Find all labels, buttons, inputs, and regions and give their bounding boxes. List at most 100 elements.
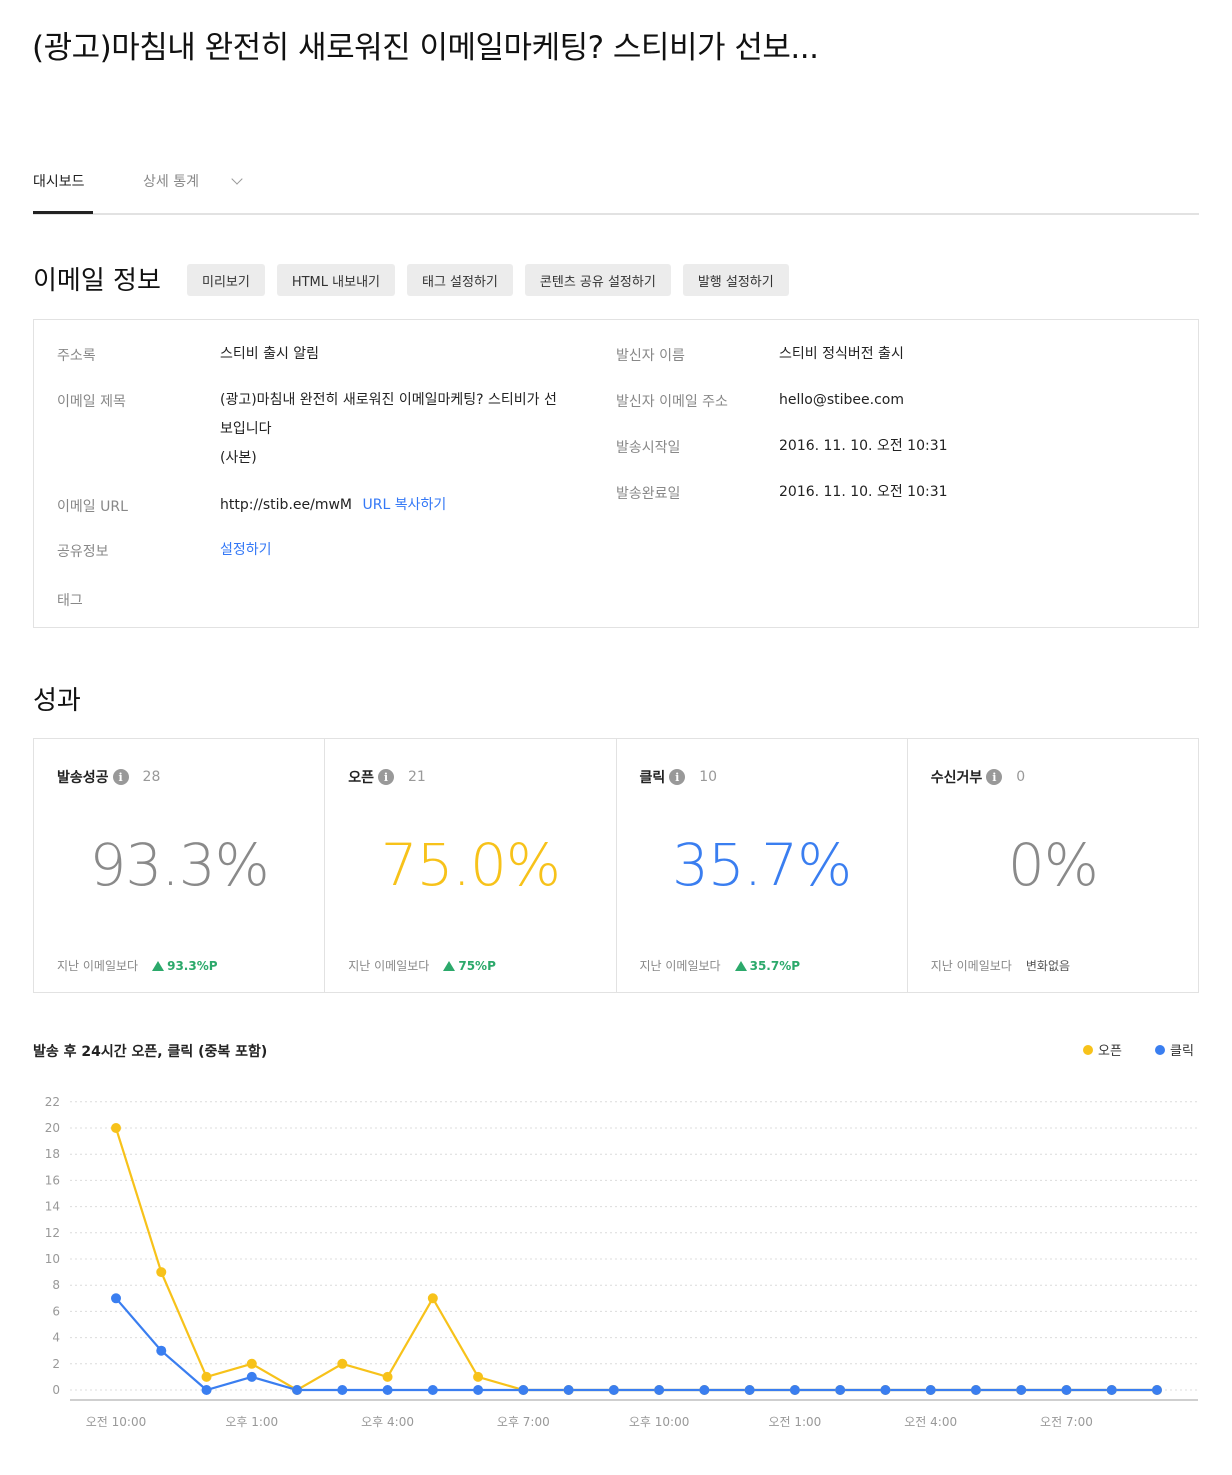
kpi-label: 발송성공 xyxy=(57,770,109,786)
kpi-compare-label: 지난 이메일보다 xyxy=(348,959,430,973)
send-end-value: 2016. 11. 10. 오전 10:31 xyxy=(779,484,948,500)
kpi-compare: 지난 이메일보다 93.3%P xyxy=(57,957,218,974)
tab-detail-stats[interactable]: 상세 통계 xyxy=(143,171,243,191)
legend-label: 클릭 xyxy=(1170,1044,1194,1059)
publish-settings-button[interactable]: 발행 설정하기 xyxy=(682,264,789,296)
legend-dot-icon xyxy=(1155,1044,1165,1055)
info-icon[interactable]: i xyxy=(112,769,129,785)
data-point xyxy=(744,1385,755,1395)
info-icon[interactable]: i xyxy=(986,769,1003,785)
subject-label: 이메일 제목 xyxy=(57,394,126,410)
data-point xyxy=(654,1385,665,1395)
x-tick-label: 오전 7:00 xyxy=(1040,1415,1093,1429)
kpi-header: 수신거부 i 0 xyxy=(931,767,1025,787)
kpi-change-value: 35.7%P xyxy=(749,958,801,973)
kpi-compare-label: 지난 이메일보다 xyxy=(57,959,139,973)
kpi-percent: 0% xyxy=(1007,831,1099,899)
data-point xyxy=(156,1267,167,1278)
legend-item-click[interactable]: 클릭 xyxy=(1155,1040,1194,1059)
kpi-change-value: 75%P xyxy=(458,958,496,973)
kpi-percent: 93.3% xyxy=(89,831,269,899)
open-click-line-chart: 0 2 4 6 8 10 12 14 16 18 20 22 오전 10:00 오후 1:00 오후 4:0… xyxy=(45,1095,1198,1429)
kpi-header: 클릭 i 10 xyxy=(639,767,718,787)
kpi-count: 10 xyxy=(699,769,718,785)
data-point xyxy=(473,1385,484,1395)
data-point xyxy=(880,1385,891,1395)
tab-dashboard[interactable]: 대시보드 xyxy=(33,171,85,191)
data-point xyxy=(1061,1385,1072,1395)
legend-label: 오픈 xyxy=(1098,1044,1122,1059)
export-html-button[interactable]: HTML 내보내기 xyxy=(276,264,395,296)
kpi-label: 클릭 xyxy=(639,770,666,786)
y-tick-label: 8 xyxy=(52,1278,60,1292)
subject-line-2: 보입니다 xyxy=(220,421,272,437)
email-info-actions: 미리보기 HTML 내보내기 태그 설정하기 콘텐츠 공유 설정하기 발행 설정… xyxy=(187,264,789,296)
kpi-change: 93.3%P xyxy=(152,958,218,973)
kpi-row: 발송성공 i 28 93.3% 지난 이메일보다 93.3%P 오픈 i 21 … xyxy=(33,738,1199,993)
kpi-compare: 지난 이메일보다 75%P xyxy=(348,957,496,974)
address-book-label: 주소록 xyxy=(57,348,96,364)
data-point xyxy=(337,1358,348,1369)
email-info-panel: 주소록 스티비 출시 알림 이메일 제목 (광고)마침내 완전히 새로워진 이메… xyxy=(33,319,1199,628)
y-tick-label: 6 xyxy=(52,1304,60,1318)
data-point xyxy=(518,1385,529,1395)
kpi-header: 발송성공 i 28 xyxy=(57,767,160,787)
x-tick-label: 오후 10:00 xyxy=(629,1415,689,1429)
kpi-change-value: 93.3%P xyxy=(167,958,218,973)
data-point xyxy=(111,1123,121,1133)
data-point xyxy=(563,1385,574,1395)
tab-bar: 대시보드 상세 통계 xyxy=(33,165,1199,215)
tag-settings-button[interactable]: 태그 설정하기 xyxy=(407,264,513,296)
email-info-title: 이메일 정보 xyxy=(33,266,161,296)
data-point xyxy=(382,1371,393,1382)
data-point xyxy=(473,1371,484,1382)
kpi-compare: 지난 이메일보다 변화없음 xyxy=(931,957,1070,974)
address-book-value: 스티비 출시 알림 xyxy=(220,346,320,362)
tab-detail-stats-label: 상세 통계 xyxy=(143,174,199,190)
y-tick-label: 16 xyxy=(45,1173,60,1187)
x-tick-label: 오전 10:00 xyxy=(86,1415,146,1429)
y-tick-label: 14 xyxy=(45,1200,60,1214)
kpi-compare-label: 지난 이메일보다 xyxy=(930,959,1012,973)
tab-active-indicator xyxy=(33,211,93,214)
up-triangle-icon xyxy=(152,960,165,971)
y-tick-label: 22 xyxy=(45,1095,60,1109)
kpi-compare: 지난 이메일보다 35.7%P xyxy=(640,957,801,974)
data-point xyxy=(337,1385,348,1395)
info-icon[interactable]: i xyxy=(669,769,686,785)
info-icon[interactable]: i xyxy=(378,769,395,785)
copy-url-link[interactable]: URL 복사하기 xyxy=(362,497,446,513)
send-start-label: 발송시작일 xyxy=(616,440,681,456)
data-point xyxy=(246,1358,257,1369)
subject-line-1: (광고)마침내 완전히 새로워진 이메일마케팅? 스티비가 선 xyxy=(220,392,557,408)
data-point xyxy=(925,1385,936,1395)
up-triangle-icon xyxy=(734,960,747,971)
kpi-count: 0 xyxy=(1016,769,1026,785)
data-point xyxy=(292,1385,303,1395)
preview-button[interactable]: 미리보기 xyxy=(187,264,265,296)
data-point xyxy=(156,1345,167,1356)
legend-item-open[interactable]: 오픈 xyxy=(1083,1040,1122,1059)
kpi-open: 오픈 i 21 75.0% 지난 이메일보다 75%P xyxy=(325,739,617,992)
y-tick-label: 10 xyxy=(45,1252,60,1266)
kpi-count: 21 xyxy=(408,769,426,785)
x-tick-label: 오전 4:00 xyxy=(904,1415,957,1429)
tag-label: 태그 xyxy=(57,593,83,609)
chart-title: 발송 후 24시간 오픈, 클릭 (중복 포함) xyxy=(33,1044,268,1060)
data-point xyxy=(835,1385,846,1395)
email-url-value: http://stib.ee/mwM xyxy=(220,497,353,513)
send-end-label: 발송완료일 xyxy=(616,486,681,502)
y-tick-label: 18 xyxy=(45,1147,60,1161)
share-info-label: 공유정보 xyxy=(57,544,109,560)
sender-name-value: 스티비 정식버전 출시 xyxy=(779,346,904,362)
kpi-change-value: 변화없음 xyxy=(1025,959,1071,973)
email-url-row: http://stib.ee/mwM URL 복사하기 xyxy=(220,491,446,520)
kpi-unsubscribe: 수신거부 i 0 0% 지난 이메일보다 변화없음 xyxy=(908,739,1198,992)
content-share-settings-button[interactable]: 콘텐츠 공유 설정하기 xyxy=(524,264,671,296)
chevron-down-icon xyxy=(231,173,243,185)
share-settings-link[interactable]: 설정하기 xyxy=(220,536,272,565)
kpi-percent: 35.7% xyxy=(671,831,852,899)
subject-value: (광고)마침내 완전히 새로워진 이메일마케팅? 스티비가 선 보입니다 (사본… xyxy=(220,386,620,473)
page-title: (광고)마침내 완전히 새로워진 이메일마케팅? 스티비가 선보... xyxy=(32,30,819,66)
data-point xyxy=(111,1293,121,1304)
